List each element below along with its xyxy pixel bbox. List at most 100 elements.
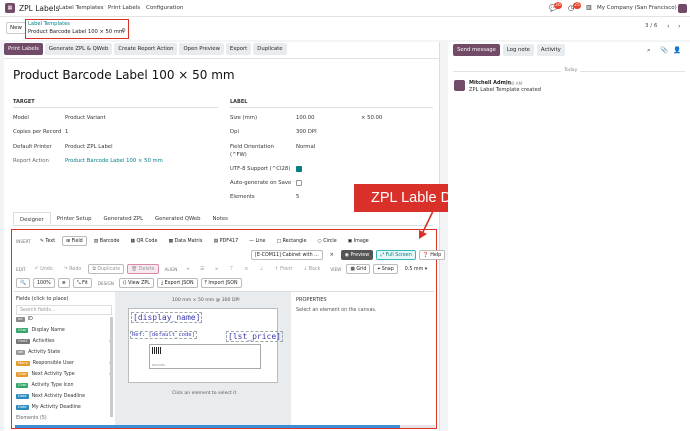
notebook-tabs: Designer Printer Setup Generated ZPL Gen… — [13, 212, 433, 226]
autogenerate-checkbox[interactable] — [296, 180, 302, 186]
field-value-orientation[interactable]: Normal — [296, 144, 315, 150]
company-switcher[interactable]: My Company (San Francisco) — [597, 5, 677, 11]
align-bottom-icon[interactable]: ⊥ — [255, 264, 267, 274]
field-value-model[interactable]: Product Variant — [65, 115, 106, 121]
menu-print-labels[interactable]: Print Labels — [108, 5, 140, 11]
insert-image-button[interactable]: ▣ Image — [344, 236, 373, 246]
duplicate-element-button[interactable]: ⧉ Duplicate — [88, 264, 125, 274]
paperclip-icon[interactable]: 📎 — [660, 46, 668, 54]
field-value-dpi[interactable]: 300 DPI — [296, 129, 317, 135]
breadcrumb-parent[interactable]: Label Templates — [28, 21, 70, 27]
tab-generated-qweb[interactable]: Generated QWeb — [149, 212, 207, 225]
log-note-button[interactable]: Log note — [502, 44, 534, 56]
send-back-button[interactable]: ↓ Back — [299, 264, 324, 274]
field-value-report-action[interactable]: Product Barcode Label 100 × 50 mm — [65, 158, 163, 164]
align-middle-icon[interactable]: ≡ — [240, 264, 252, 274]
insert-qrcode-button[interactable]: ▦ QR Code — [126, 236, 161, 246]
delete-element-button[interactable]: 🗑 Delete — [127, 264, 159, 274]
user-avatar[interactable] — [678, 4, 687, 13]
utf8-checkbox[interactable] — [296, 166, 302, 172]
canvas-element-default-code[interactable]: Ref: [default_code] — [130, 331, 197, 339]
search-icon[interactable]: ⌕ — [647, 46, 651, 55]
field-type-tag: Char — [16, 383, 29, 388]
snap-size-select[interactable]: 0.5 mm ▾ — [401, 264, 431, 274]
align-center-icon[interactable]: ☰ — [196, 264, 208, 274]
align-label: ALIGN — [164, 266, 178, 272]
help-button[interactable]: ❓ Help — [418, 250, 446, 260]
menu-label-templates[interactable]: Label Templates — [59, 5, 104, 11]
field-list-item[interactable]: ManyResponsible User▸ — [16, 361, 112, 366]
app-brand[interactable]: ▦ ZPL Labels — [5, 3, 59, 13]
horizontal-scrollbar[interactable] — [15, 425, 435, 428]
import-json-button[interactable]: ⤒ Import JSON — [200, 278, 242, 288]
menu-configuration[interactable]: Configuration — [146, 5, 183, 11]
field-list-item[interactable]: Char Display Name — [16, 328, 112, 333]
field-list-item[interactable]: One2Activities▸ — [16, 339, 112, 344]
field-list-item[interactable]: Int ID — [16, 317, 112, 322]
insert-line-button[interactable]: — Line — [245, 236, 269, 246]
fit-button[interactable]: ⤡ Fit — [72, 278, 92, 288]
label-canvas[interactable]: [display_name] Ref: [default_code] [lst_… — [128, 308, 283, 383]
grid-toggle[interactable]: ▦ Grid — [346, 264, 371, 274]
clear-printer-icon[interactable]: × — [326, 250, 338, 260]
send-message-button[interactable]: Send message — [453, 44, 500, 56]
field-list-item[interactable]: CharNext Activity Type▸ — [16, 372, 112, 377]
pager-prev-icon[interactable]: ‹ — [667, 22, 670, 30]
align-top-icon[interactable]: ⊤ — [225, 264, 237, 274]
duplicate-button[interactable]: Duplicate — [253, 43, 287, 55]
field-list-item[interactable]: Date Next Activity Deadline — [16, 394, 112, 399]
view-zpl-button[interactable]: ⟨⟩ View ZPL — [118, 278, 154, 288]
print-labels-button[interactable]: Print Labels — [4, 43, 43, 55]
bring-front-button[interactable]: ↑ Front — [271, 264, 297, 274]
zoom-out-icon[interactable]: 🔍 — [16, 278, 30, 288]
zoom-in-icon[interactable]: ⊕ — [57, 278, 70, 288]
followers-icon[interactable]: 👤 — [673, 46, 681, 54]
insert-field-button[interactable]: ⊞ Field — [62, 236, 87, 246]
insert-datamatrix-button[interactable]: ▩ Data Matrix — [164, 236, 206, 246]
printer-select[interactable]: [E-COM11] Cabinet with ... — [251, 250, 323, 260]
field-list-scrollbar[interactable] — [110, 317, 113, 417]
fullscreen-button[interactable]: ⤢ Full Screen — [376, 250, 416, 260]
redo-button[interactable]: ↷ Redo — [60, 264, 86, 274]
insert-rectangle-button[interactable]: □ Rectangle — [273, 236, 311, 246]
field-list-item[interactable]: Elements (5) — [16, 416, 112, 421]
align-left-icon[interactable]: ⫷ — [182, 264, 193, 274]
import-json-label: Import JSON — [208, 281, 238, 286]
field-list-item[interactable]: Char Activity Type Icon — [16, 383, 112, 388]
pager-next-icon[interactable]: › — [678, 22, 681, 30]
align-right-icon[interactable]: ⫸ — [211, 264, 222, 274]
field-value-size-width[interactable]: 100.00 — [296, 115, 315, 121]
undo-button[interactable]: ↶ Undo — [31, 264, 57, 274]
open-preview-button[interactable]: Open Preview — [179, 43, 224, 55]
pager-value[interactable]: 3 / 6 — [645, 23, 657, 29]
export-button[interactable]: Export — [225, 43, 252, 55]
tab-designer[interactable]: Designer — [13, 212, 51, 225]
export-json-button[interactable]: ⤓ Export JSON — [156, 278, 198, 288]
tab-printer-setup[interactable]: Printer Setup — [51, 212, 98, 225]
insert-circle-button[interactable]: ○ Circle — [313, 236, 340, 246]
field-name: Next Activity Type — [31, 372, 75, 377]
tab-generated-zpl[interactable]: Generated ZPL — [97, 212, 149, 225]
field-list-item[interactable]: Date My Activity Deadline — [16, 405, 112, 410]
canvas-element-display-name[interactable]: [display_name] — [131, 312, 203, 323]
insert-barcode-button[interactable]: ▥ Barcode — [90, 236, 124, 246]
tab-notes[interactable]: Notes — [207, 212, 234, 225]
canvas-element-barcode[interactable]: barcode — [149, 344, 261, 369]
field-value-default-printer[interactable]: Product ZPL Label — [65, 144, 113, 150]
record-title[interactable]: Product Barcode Label 100 × 50 mm — [13, 68, 235, 82]
new-button[interactable]: New — [6, 22, 26, 34]
field-value-size-height[interactable]: × 50.00 — [361, 115, 382, 121]
canvas-element-lst-price[interactable]: [lst_price] — [226, 331, 283, 342]
activity-button[interactable]: Activity — [536, 44, 565, 56]
zoom-level[interactable]: 100% — [32, 278, 55, 288]
preview-button[interactable]: ◉ Preview — [340, 250, 374, 260]
snap-toggle[interactable]: ⌖ Snap — [373, 264, 398, 274]
create-report-action-button[interactable]: Create Report Action — [114, 43, 178, 55]
generate-zpl-qweb-button[interactable]: Generate ZPL & QWeb — [44, 43, 113, 55]
field-list-item[interactable]: sel Activity State — [16, 350, 112, 355]
field-search-input[interactable]: Search fields... — [16, 305, 112, 315]
insert-text-button[interactable]: ✎ Text — [36, 236, 59, 246]
insert-pdf417-button[interactable]: ▤ PDF417 — [210, 236, 243, 246]
field-value-copies[interactable]: 1 — [65, 129, 68, 135]
gear-icon[interactable]: ⚙ — [121, 28, 126, 34]
